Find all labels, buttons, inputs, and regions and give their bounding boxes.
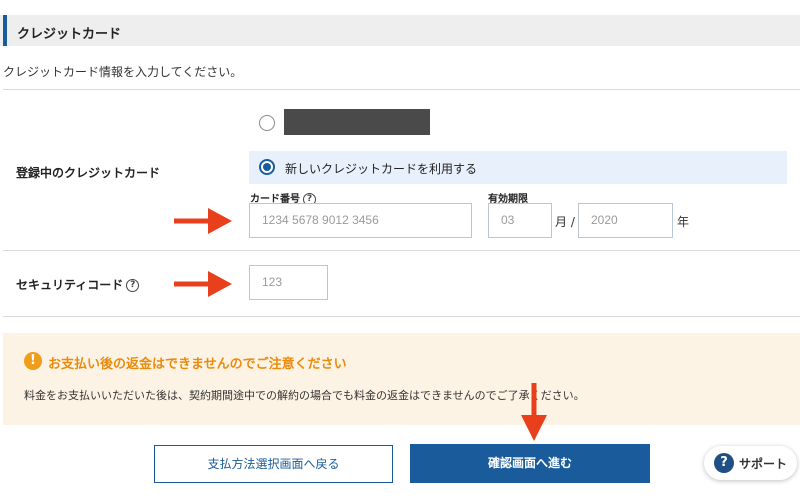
expiry-month-suffix: 月 / — [555, 215, 575, 229]
back-to-payment-method-button[interactable]: 支払方法選択画面へ戻る — [154, 445, 393, 483]
new-card-radio[interactable] — [259, 159, 275, 175]
redacted-card-info — [284, 109, 430, 135]
registered-card-label: 登録中のクレジットカード — [16, 166, 161, 180]
refund-notice: ! お支払い後の返金はできませんのでご注意ください 料金をお支払いいただいた後は… — [3, 333, 800, 425]
expiry-year-input[interactable]: 2020 — [578, 203, 673, 238]
security-code-label: セキュリティコード? — [16, 276, 140, 293]
help-icon[interactable]: ? — [126, 279, 140, 292]
warning-icon: ! — [24, 352, 42, 370]
intro-text: クレジットカード情報を入力してください。 — [3, 65, 243, 79]
section-title: クレジットカード — [17, 27, 122, 42]
notice-body: 料金をお支払いいただいた後は、契約期間途中での解約の場合でも料金の返金はできませ… — [24, 389, 585, 402]
new-card-option[interactable]: 新しいクレジットカードを利用する — [249, 151, 787, 184]
divider — [3, 316, 800, 317]
divider — [3, 89, 800, 90]
support-button[interactable]: ? サポート — [704, 446, 797, 480]
red-arrow-right-icon — [174, 208, 232, 234]
security-code-input[interactable]: 123 — [249, 265, 328, 300]
proceed-to-confirm-button[interactable]: 確認画面へ進む — [410, 444, 650, 483]
support-label: サポート — [739, 457, 788, 471]
card-number-input[interactable]: 1234 5678 9012 3456 — [249, 203, 472, 238]
expiry-month-input[interactable]: 03 — [488, 203, 552, 238]
red-arrow-down-icon — [521, 383, 547, 441]
expiry-year-suffix: 年 — [677, 215, 690, 229]
saved-card-radio[interactable] — [259, 115, 275, 131]
new-card-option-label: 新しいクレジットカードを利用する — [285, 162, 478, 176]
help-icon: ? — [714, 453, 734, 473]
red-arrow-right-icon — [174, 271, 232, 297]
section-header: クレジットカード — [0, 15, 800, 46]
divider — [3, 250, 800, 251]
notice-heading: お支払い後の返金はできませんのでご注意ください — [48, 357, 347, 372]
section-accent-bar — [3, 15, 7, 46]
